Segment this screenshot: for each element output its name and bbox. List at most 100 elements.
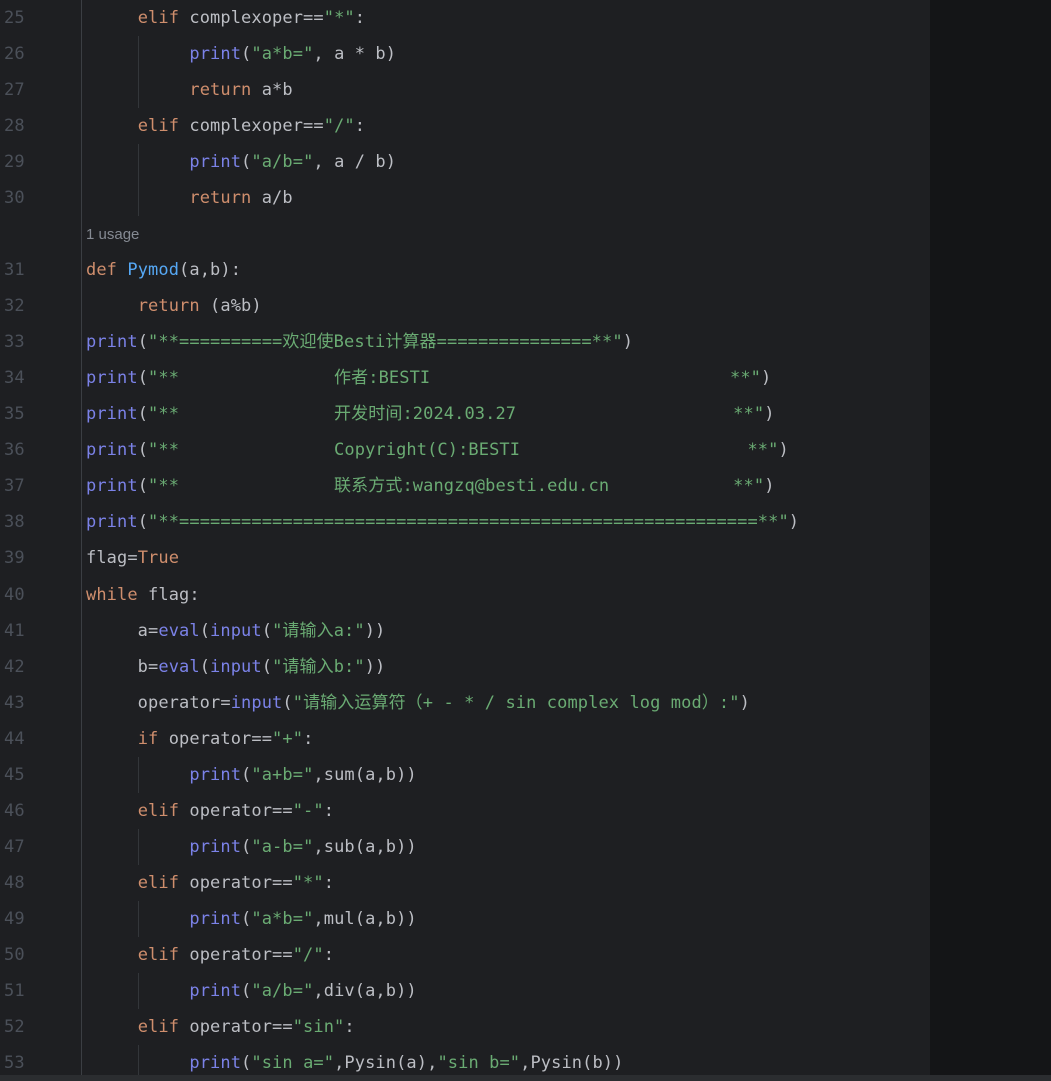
code-token: "** 开发时间:2024.03.27 **"	[148, 404, 765, 425]
inlay-hint-text[interactable]: 1 usage	[86, 226, 139, 243]
code-token: "-"	[292, 800, 324, 821]
code-token: ,mul(a,b))	[313, 908, 417, 929]
indent-guide	[138, 36, 139, 73]
line-number[interactable]: 25	[0, 0, 82, 37]
code-line[interactable]: return (a%b)	[82, 288, 930, 324]
code-line[interactable]: elif operator=="*":	[82, 865, 930, 901]
code-line[interactable]: if operator=="+":	[82, 721, 930, 757]
bottom-scrollbar-strip	[0, 1075, 1051, 1081]
code-line[interactable]: def Pymod(a,b):	[82, 252, 930, 288]
code-token: return	[137, 296, 200, 317]
code-line[interactable]: elif complexoper=="/":	[82, 108, 930, 144]
line-number[interactable]: 39	[0, 540, 82, 577]
code-token: )	[622, 332, 634, 353]
editor-row: 46 elif operator=="-":	[0, 792, 930, 829]
code-token: "** 联系方式:wangzq@besti.edu.cn **"	[148, 476, 765, 497]
usages-inlay-hint[interactable]: 1 usage	[82, 216, 930, 252]
code-line[interactable]: print("a/b=",div(a,b))	[82, 972, 930, 1009]
line-number[interactable]: 49	[0, 900, 82, 937]
code-line[interactable]: print("a+b=",sum(a,b))	[82, 756, 930, 793]
line-number[interactable]: 41	[0, 612, 82, 649]
code-line[interactable]: b=eval(input("请输入b:"))	[82, 649, 930, 685]
line-number[interactable]: 40	[0, 576, 82, 613]
code-token: complexoper==	[179, 8, 324, 28]
code-line[interactable]: print("**===============================…	[82, 504, 930, 540]
line-number[interactable]: 46	[0, 792, 82, 829]
code-token: ,div(a,b))	[313, 980, 417, 1001]
code-line[interactable]: print("a/b=", a / b)	[82, 144, 930, 181]
indent-guide	[138, 756, 139, 793]
line-number[interactable]: 43	[0, 684, 82, 721]
line-number[interactable]: 37	[0, 468, 82, 505]
code-token: (a%b)	[199, 296, 262, 317]
code-token: (	[137, 332, 149, 353]
code-token: flag:	[137, 584, 200, 605]
editor-row: 25 elif complexoper=="*":	[0, 0, 930, 37]
code-line[interactable]: return a/b	[82, 180, 930, 217]
code-line[interactable]: flag=True	[82, 540, 930, 576]
code-token: print	[189, 908, 242, 929]
line-number[interactable]: 28	[0, 108, 82, 145]
line-number[interactable]: 30	[0, 180, 82, 217]
code-token: print	[86, 476, 138, 497]
line-number[interactable]: 27	[0, 72, 82, 109]
code-token: print	[86, 368, 138, 389]
code-token: (	[199, 656, 211, 677]
code-line[interactable]: elif complexoper=="*":	[82, 0, 930, 36]
code-token: "/"	[292, 944, 324, 965]
code-line[interactable]: print("a*b=", a * b)	[82, 36, 930, 73]
code-token: "a+b="	[251, 764, 314, 785]
code-token: print	[189, 836, 242, 857]
code-token: eval	[158, 620, 200, 641]
code-token: (	[241, 764, 252, 785]
line-number[interactable]: 42	[0, 648, 82, 685]
line-number[interactable]: 44	[0, 720, 82, 757]
code-token: "*"	[323, 8, 355, 28]
line-number[interactable]: 34	[0, 360, 82, 397]
code-token: input	[230, 692, 283, 713]
code-token: , a * b)	[313, 44, 397, 65]
code-token: eval	[158, 656, 200, 677]
code-line[interactable]: print("** 作者:BESTI **")	[82, 360, 930, 396]
code-line[interactable]: elif operator=="/":	[82, 937, 930, 973]
code-token: , a / b)	[313, 152, 397, 173]
code-line[interactable]: print("** 开发时间:2024.03.27 **")	[82, 396, 930, 432]
code-token: "** 作者:BESTI **"	[148, 368, 761, 389]
code-token: "sin"	[292, 1016, 345, 1037]
code-line[interactable]: elif operator=="sin":	[82, 1009, 930, 1045]
code-line[interactable]: return a*b	[82, 72, 930, 109]
line-number[interactable]: 51	[0, 972, 82, 1009]
code-line[interactable]: elif operator=="-":	[82, 793, 930, 829]
code-line[interactable]: a=eval(input("请输入a:"))	[82, 613, 930, 649]
code-line[interactable]: while flag:	[82, 577, 930, 613]
code-line[interactable]: print("** 联系方式:wangzq@besti.edu.cn **")	[82, 468, 930, 504]
line-number[interactable]: 31	[0, 252, 82, 289]
line-number[interactable]: 35	[0, 396, 82, 433]
line-number[interactable]: 52	[0, 1008, 82, 1045]
code-token: (	[282, 692, 293, 713]
line-number[interactable]: 48	[0, 864, 82, 901]
code-token: operator==	[179, 1016, 293, 1037]
line-number[interactable]: 36	[0, 432, 82, 469]
line-number[interactable]: 29	[0, 144, 82, 181]
editor-row: 44 if operator=="+":	[0, 720, 930, 757]
line-number[interactable]: 26	[0, 36, 82, 73]
code-line[interactable]: print("a-b=",sub(a,b))	[82, 828, 930, 865]
indent-guide	[138, 972, 139, 1009]
line-number[interactable]: 38	[0, 504, 82, 541]
code-line[interactable]: print("**==========欢迎使Besti计算器==========…	[82, 324, 930, 360]
line-number[interactable]: 47	[0, 828, 82, 865]
line-number[interactable]: 45	[0, 756, 82, 793]
code-token: print	[189, 1052, 242, 1073]
line-number[interactable]: 50	[0, 936, 82, 973]
line-number[interactable]: 33	[0, 324, 82, 361]
code-line[interactable]: print("** Copyright(C):BESTI **")	[82, 432, 930, 468]
editor-row: 37 print("** 联系方式:wangzq@besti.edu.cn **"…	[0, 468, 930, 505]
line-number[interactable]: 32	[0, 288, 82, 325]
code-line[interactable]: operator=input("请输入运算符（+ - * / sin compl…	[82, 685, 930, 721]
code-line[interactable]: print("a*b=",mul(a,b))	[82, 900, 930, 937]
